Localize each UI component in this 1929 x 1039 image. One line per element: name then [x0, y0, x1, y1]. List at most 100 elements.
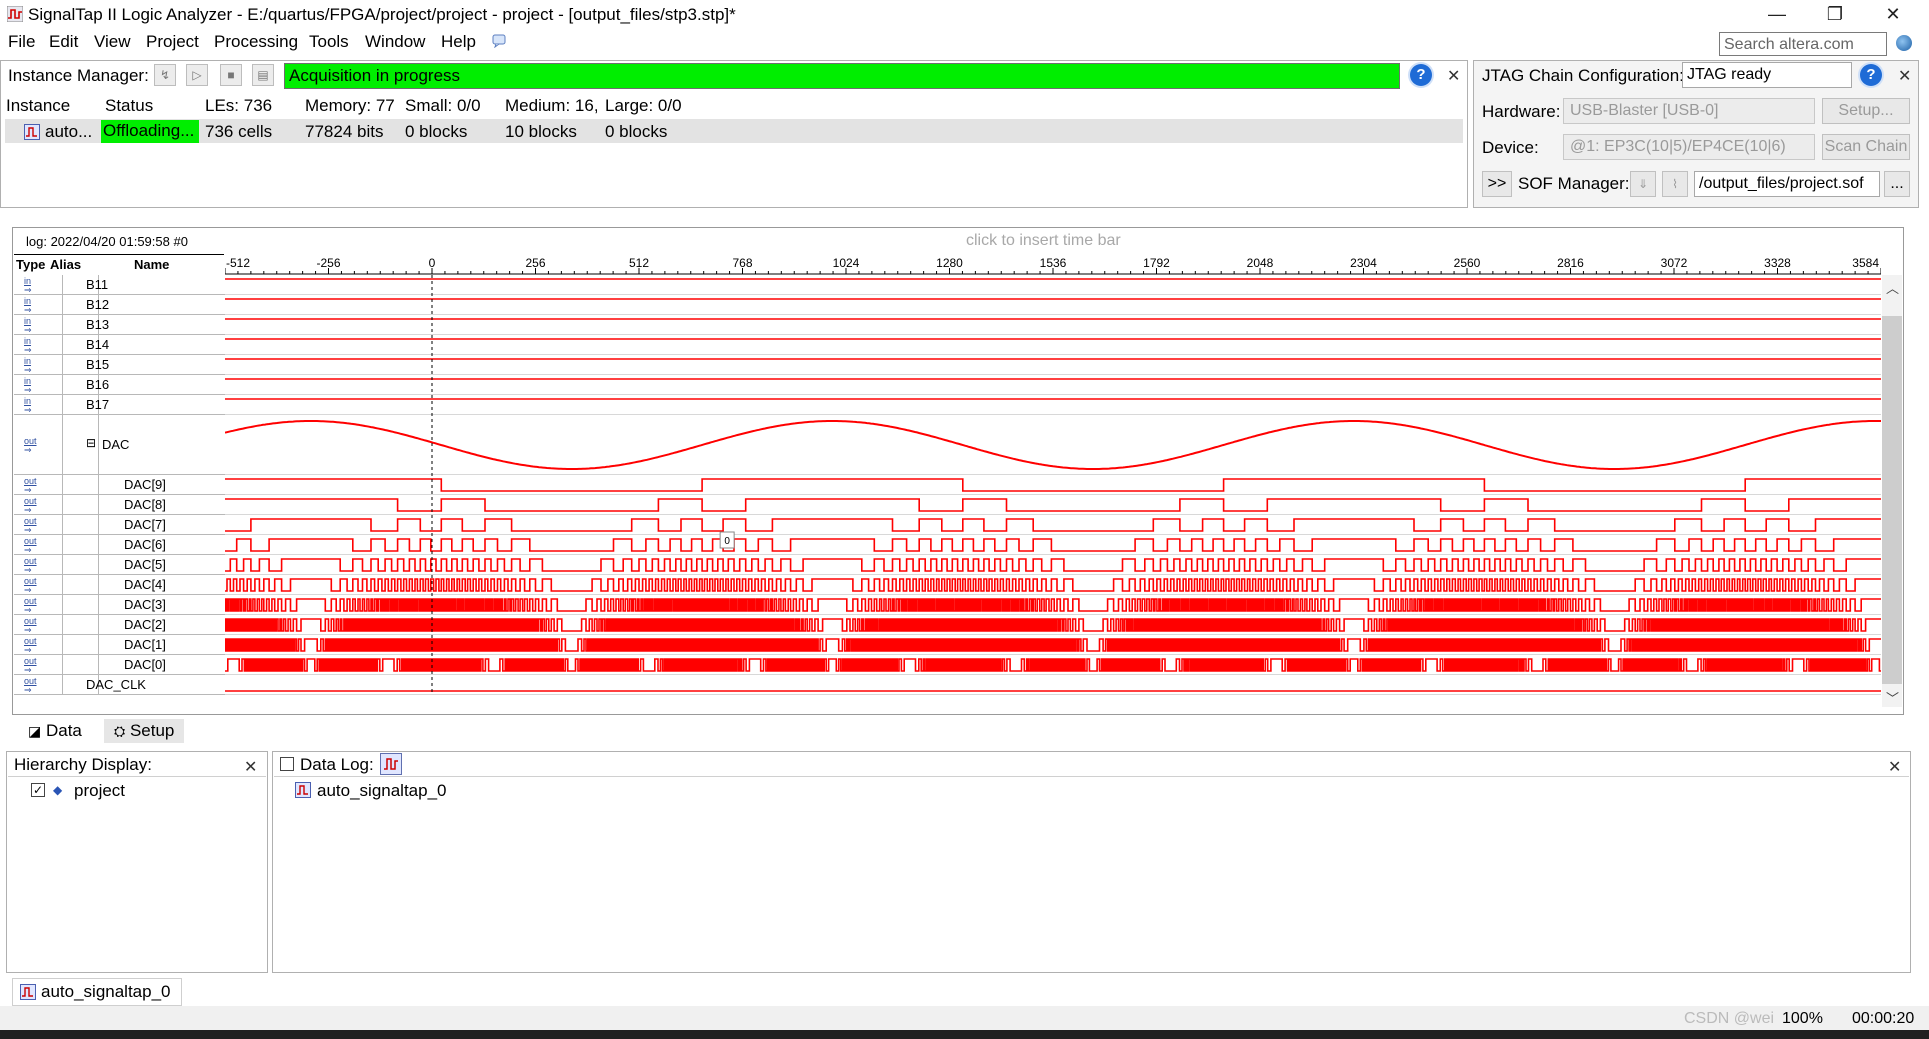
signal-row[interactable]: out ⇒ DAC[1]: [14, 635, 225, 655]
signal-row[interactable]: out ⇒ DAC[4]: [14, 575, 225, 595]
browse-button[interactable]: ...: [1884, 171, 1910, 197]
status-badge: Offloading...: [101, 120, 199, 143]
signal-row[interactable]: in ⇒ B13: [14, 315, 225, 335]
autorun-analysis-icon[interactable]: ↯: [154, 64, 176, 86]
column-divider: [98, 555, 99, 575]
output-pin-icon: out ⇒: [24, 516, 37, 535]
menu-window[interactable]: Window: [365, 32, 425, 52]
signal-row[interactable]: out ⇒ DAC[3]: [14, 595, 225, 615]
menu-project[interactable]: Project: [146, 32, 199, 52]
column-alias[interactable]: Alias: [50, 257, 81, 272]
signal-row[interactable]: out ⇒ DAC[7]: [14, 515, 225, 535]
signal-row[interactable]: in ⇒ B11: [14, 275, 225, 295]
signal-row[interactable]: out ⇒ DAC[5]: [14, 555, 225, 575]
scan-chain-button[interactable]: Scan Chain: [1822, 134, 1910, 160]
elapsed-time: 00:00:20: [1852, 1010, 1915, 1027]
tab-setup[interactable]: ⛭ Setup: [104, 719, 185, 743]
signal-row[interactable]: out ⇒ DAC[0]: [14, 655, 225, 675]
signal-row[interactable]: in ⇒ B14: [14, 335, 225, 355]
signal-row[interactable]: out ⇒ DAC[9]: [14, 475, 225, 495]
time-ruler[interactable]: -512 -256 0 256 512 768 1024 1280 1536 1792 2048 23…: [225, 255, 1881, 275]
signal-row[interactable]: in ⇒ B15: [14, 355, 225, 375]
signal-row[interactable]: out ⇒ DAC_CLK: [14, 675, 225, 695]
column-name[interactable]: Name: [134, 257, 169, 272]
signal-row[interactable]: in ⇒ B16: [14, 375, 225, 395]
hierarchy-close-icon[interactable]: ✕: [244, 757, 257, 777]
sof-manager-label: SOF Manager:: [1518, 174, 1630, 193]
signal-row[interactable]: out ⇒ DAC[8]: [14, 495, 225, 515]
column-instance[interactable]: Instance: [6, 96, 70, 116]
minimize-button[interactable]: —: [1748, 0, 1806, 30]
waveform-display[interactable]: 0: [225, 275, 1881, 695]
column-medium[interactable]: Medium: 16,: [505, 96, 597, 116]
scroll-down-icon[interactable]: ﹀: [1886, 688, 1899, 707]
insert-time-bar-hint[interactable]: click to insert time bar: [966, 232, 1121, 250]
signal-row[interactable]: out ⇒ DAC[2]: [14, 615, 225, 635]
read-data-icon[interactable]: ▤: [252, 64, 274, 86]
close-button[interactable]: ✕: [1864, 0, 1922, 30]
menu-view[interactable]: View: [94, 32, 131, 52]
globe-icon[interactable]: [1896, 35, 1912, 51]
data-log-icon[interactable]: [380, 753, 402, 775]
help-icon[interactable]: ?: [1410, 64, 1432, 86]
expand-button[interactable]: >>: [1482, 171, 1512, 197]
search-input[interactable]: Search altera.com: [1719, 32, 1887, 56]
tab-data[interactable]: ◪ Data: [18, 719, 92, 743]
jtag-close-icon[interactable]: ✕: [1898, 66, 1911, 86]
signal-name: DAC[6]: [124, 537, 166, 552]
ruler-label: 3328: [1764, 256, 1791, 270]
tab-data-label: Data: [45, 721, 82, 740]
column-type[interactable]: Type: [16, 257, 45, 272]
scrollbar-thumb[interactable]: [1882, 316, 1902, 684]
menu-file[interactable]: File: [8, 32, 35, 52]
signal-row[interactable]: in ⇒ B12: [14, 295, 225, 315]
column-memory[interactable]: Memory: 77: [305, 96, 397, 116]
menu-processing[interactable]: Processing: [214, 32, 298, 52]
column-les[interactable]: LEs: 736: [205, 96, 272, 116]
column-small[interactable]: Small: 0/0: [405, 96, 481, 116]
signal-row[interactable]: out ⇒ DAC[6]: [14, 535, 225, 555]
sof-path-field[interactable]: /output_files/project.sof: [1694, 171, 1880, 197]
column-divider: [62, 395, 63, 415]
program-device-icon[interactable]: ⇓: [1630, 171, 1656, 197]
output-pin-icon: out ⇒: [24, 436, 37, 455]
jtag-help-icon[interactable]: ?: [1860, 64, 1882, 86]
stop-analysis-icon[interactable]: ■: [220, 64, 242, 86]
column-large[interactable]: Large: 0/0: [605, 96, 682, 116]
device-select[interactable]: @1: EP3C(10|5)/EP4CE(10|6): [1563, 134, 1815, 160]
signal-waveform: [225, 538, 1881, 552]
run-analysis-icon[interactable]: ▷: [186, 64, 208, 86]
signal-name: B11: [86, 277, 109, 292]
instance-name: auto...: [45, 122, 93, 141]
menu-tools[interactable]: Tools: [309, 32, 349, 52]
data-log-close-icon[interactable]: ✕: [1888, 757, 1901, 777]
scroll-up-icon[interactable]: ︿: [1886, 278, 1899, 297]
instance-tab[interactable]: auto_signaltap_0: [12, 978, 182, 1006]
column-divider: [62, 615, 63, 635]
hardware-select[interactable]: USB-Blaster [USB-0]: [1563, 98, 1815, 124]
instance-tab-icon: [20, 984, 36, 1000]
signal-row[interactable]: in ⇒ B17: [14, 395, 225, 415]
data-log-item[interactable]: auto_signaltap_0: [317, 781, 447, 801]
data-log-checkbox[interactable]: [280, 757, 294, 771]
instance-close-icon[interactable]: ✕: [1447, 66, 1460, 86]
menu-edit[interactable]: Edit: [49, 32, 78, 52]
les-value: 736 cells: [205, 122, 273, 141]
column-divider: [62, 575, 63, 595]
signal-name: B16: [86, 377, 110, 392]
signal-row[interactable]: out ⇒ DAC ⊟: [14, 415, 225, 475]
signal-waveform: [225, 658, 1881, 672]
signal-name: B14: [86, 337, 110, 352]
collapse-icon[interactable]: ⊟: [86, 436, 96, 450]
attach-file-icon[interactable]: ⌇: [1662, 171, 1688, 197]
signal-name: DAC[8]: [124, 497, 166, 512]
zoom-level: 100%: [1782, 1010, 1823, 1027]
whats-this-icon[interactable]: [492, 34, 508, 48]
project-checkbox[interactable]: ✓: [31, 783, 45, 797]
menu-help[interactable]: Help: [441, 32, 476, 52]
column-status[interactable]: Status: [105, 96, 153, 116]
maximize-button[interactable]: ❐: [1806, 0, 1864, 30]
column-divider: [62, 315, 63, 335]
hierarchy-item-project[interactable]: project: [74, 781, 125, 801]
setup-button[interactable]: Setup...: [1822, 98, 1910, 124]
